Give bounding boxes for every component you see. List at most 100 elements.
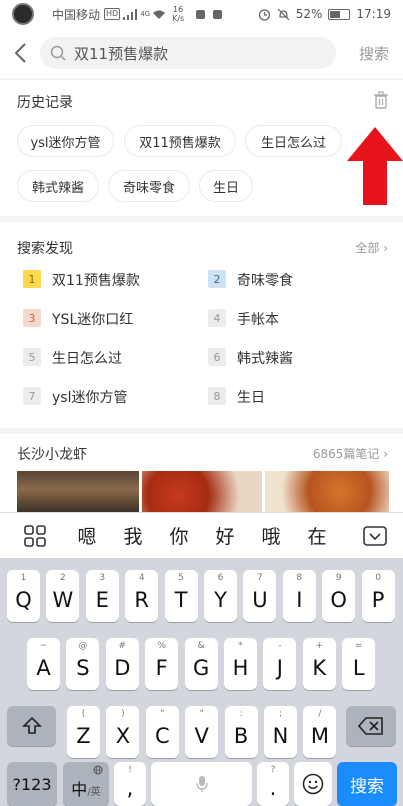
rank-badge: 1 [23,270,41,288]
key-h[interactable]: * H [224,638,257,690]
key-d[interactable]: # D [105,638,139,690]
key-f[interactable]: % F [145,638,179,690]
network-speed: 16 K/s [172,5,185,23]
key-v[interactable]: " V [185,706,219,758]
search-icon [50,45,66,61]
key-a[interactable]: ~ A [27,638,60,690]
key-p[interactable]: 0P [361,570,395,622]
backspace-icon [358,717,383,735]
candidate-word[interactable]: 好 [202,522,248,549]
key-x[interactable]: ) X [106,706,140,758]
language-switch-key[interactable]: 中/英 [63,762,109,806]
notification-avatar-icon [12,3,34,25]
clock: 17:19 [356,7,391,21]
note-thumbnail[interactable] [142,471,262,512]
notes-count-link[interactable]: 6865篇笔记 › [313,445,388,462]
search-history-section: 历史记录 ysl迷你方管 双11预售爆款 生日怎么过 韩式辣酱 奇味零食 生日 [0,80,403,216]
rank-badge: 4 [208,309,226,327]
backspace-key[interactable] [346,706,396,746]
ime-menu-grid-icon[interactable] [24,524,46,547]
wifi-icon [153,10,166,19]
key-k[interactable]: + K [302,638,336,690]
candidate-word[interactable]: 你 [156,522,202,549]
rank-badge: 7 [23,387,41,405]
key-z[interactable]: (Z [67,706,100,758]
key-m[interactable]: / M [303,706,337,758]
key-b[interactable]: :B [224,706,258,758]
history-tag[interactable]: 生日怎么过 [245,125,342,157]
search-bar: 双11预售爆款 搜索 [0,28,403,78]
rank-badge: 3 [23,309,41,327]
period-key[interactable]: ?. [257,762,289,806]
battery-percent: 52% [295,7,323,21]
key-q[interactable]: 1Q [7,570,40,622]
mute-icon [277,8,290,20]
rank-badge: 6 [208,348,226,366]
rank-badge: 5 [23,348,41,366]
globe-icon [93,765,103,775]
network-type: 4G [140,10,151,18]
discover-item[interactable]: ysl迷你方管 [52,387,127,407]
search-button[interactable]: 搜索 [359,43,389,64]
key-i[interactable]: 8I [282,570,316,622]
discover-item[interactable]: 韩式辣酱 [237,348,293,368]
keyboard-collapse-icon[interactable] [363,525,387,546]
key-y[interactable]: 6Y [204,570,237,622]
search-input[interactable]: 双11预售爆款 [40,37,336,69]
carrier-name: 中国移动 [52,7,101,22]
notes-title[interactable]: 长沙小龙虾 [17,444,87,464]
battery-icon [328,8,351,20]
search-query: 双11预售爆款 [74,44,169,63]
view-all-link[interactable]: 全部 › [355,239,388,256]
history-tag[interactable]: 双11预售爆款 [124,125,236,157]
annotation-arrow-icon [347,127,403,205]
key-s[interactable]: @ S [66,638,100,690]
key-r[interactable]: 4R [125,570,159,622]
alarm-icon [258,8,270,21]
history-tag[interactable]: ysl迷你方管 [17,125,114,157]
discover-item[interactable]: 奇味零食 [237,270,293,290]
back-button[interactable] [0,28,40,78]
discover-item[interactable]: 生日怎么过 [52,348,122,368]
key-w[interactable]: 2W [46,570,80,622]
search-key[interactable]: 搜索 [337,762,397,806]
signal-icon [123,8,138,20]
ime-candidate-bar: 嗯 我 你 好 哦 在 [0,512,403,558]
discover-item[interactable]: YSL迷你口红 [52,309,133,329]
keyboard: ?123 中/英 !, ?. 搜索 1 Q 2 W 3 E 4 R 5 T 6 Y 7 U 8 I 9 O 0 P ~ A… [0,558,403,806]
shift-key[interactable] [7,706,56,746]
emoji-key[interactable] [294,762,332,806]
notes-section: 长沙小龙虾 6865篇笔记 › [0,434,403,512]
key-t[interactable]: 5T [164,570,198,622]
candidate-word[interactable]: 在 [294,522,340,549]
key-n[interactable]: ; N [264,706,297,758]
key-u[interactable]: 7U [243,570,277,622]
shift-icon [21,716,42,734]
comma-key[interactable]: !, [114,762,146,806]
candidate-word[interactable]: 哦 [248,522,294,549]
chevron-left-icon [14,43,26,63]
history-tag[interactable]: 生日 [199,170,253,202]
rank-badge: 8 [208,387,226,405]
discover-item[interactable]: 双11预售爆款 [52,270,140,290]
trash-icon[interactable] [373,91,389,109]
key-j[interactable]: -J [263,638,297,690]
key-c[interactable]: " C [145,706,179,758]
key-e[interactable]: 3E [85,570,119,622]
key-l[interactable]: = L [342,638,376,690]
candidate-word[interactable]: 我 [110,522,156,549]
history-tag[interactable]: 奇味零食 [108,170,190,202]
history-tag[interactable]: 韩式辣酱 [17,170,99,202]
note-thumbnail[interactable] [17,471,139,512]
candidate-word[interactable]: 嗯 [64,522,110,549]
note-thumbnail[interactable] [265,471,389,512]
discover-item[interactable]: 生日 [237,387,265,407]
app-notification-icon [196,9,206,19]
symbols-key[interactable]: ?123 [7,762,57,806]
rank-badge: 2 [208,270,226,288]
key-o[interactable]: 9O [322,570,356,622]
discover-item[interactable]: 手帐本 [237,309,279,329]
key-g[interactable]: & G [184,638,218,690]
discover-title: 搜索发现 [17,241,73,257]
voice-space-key[interactable] [151,762,252,806]
